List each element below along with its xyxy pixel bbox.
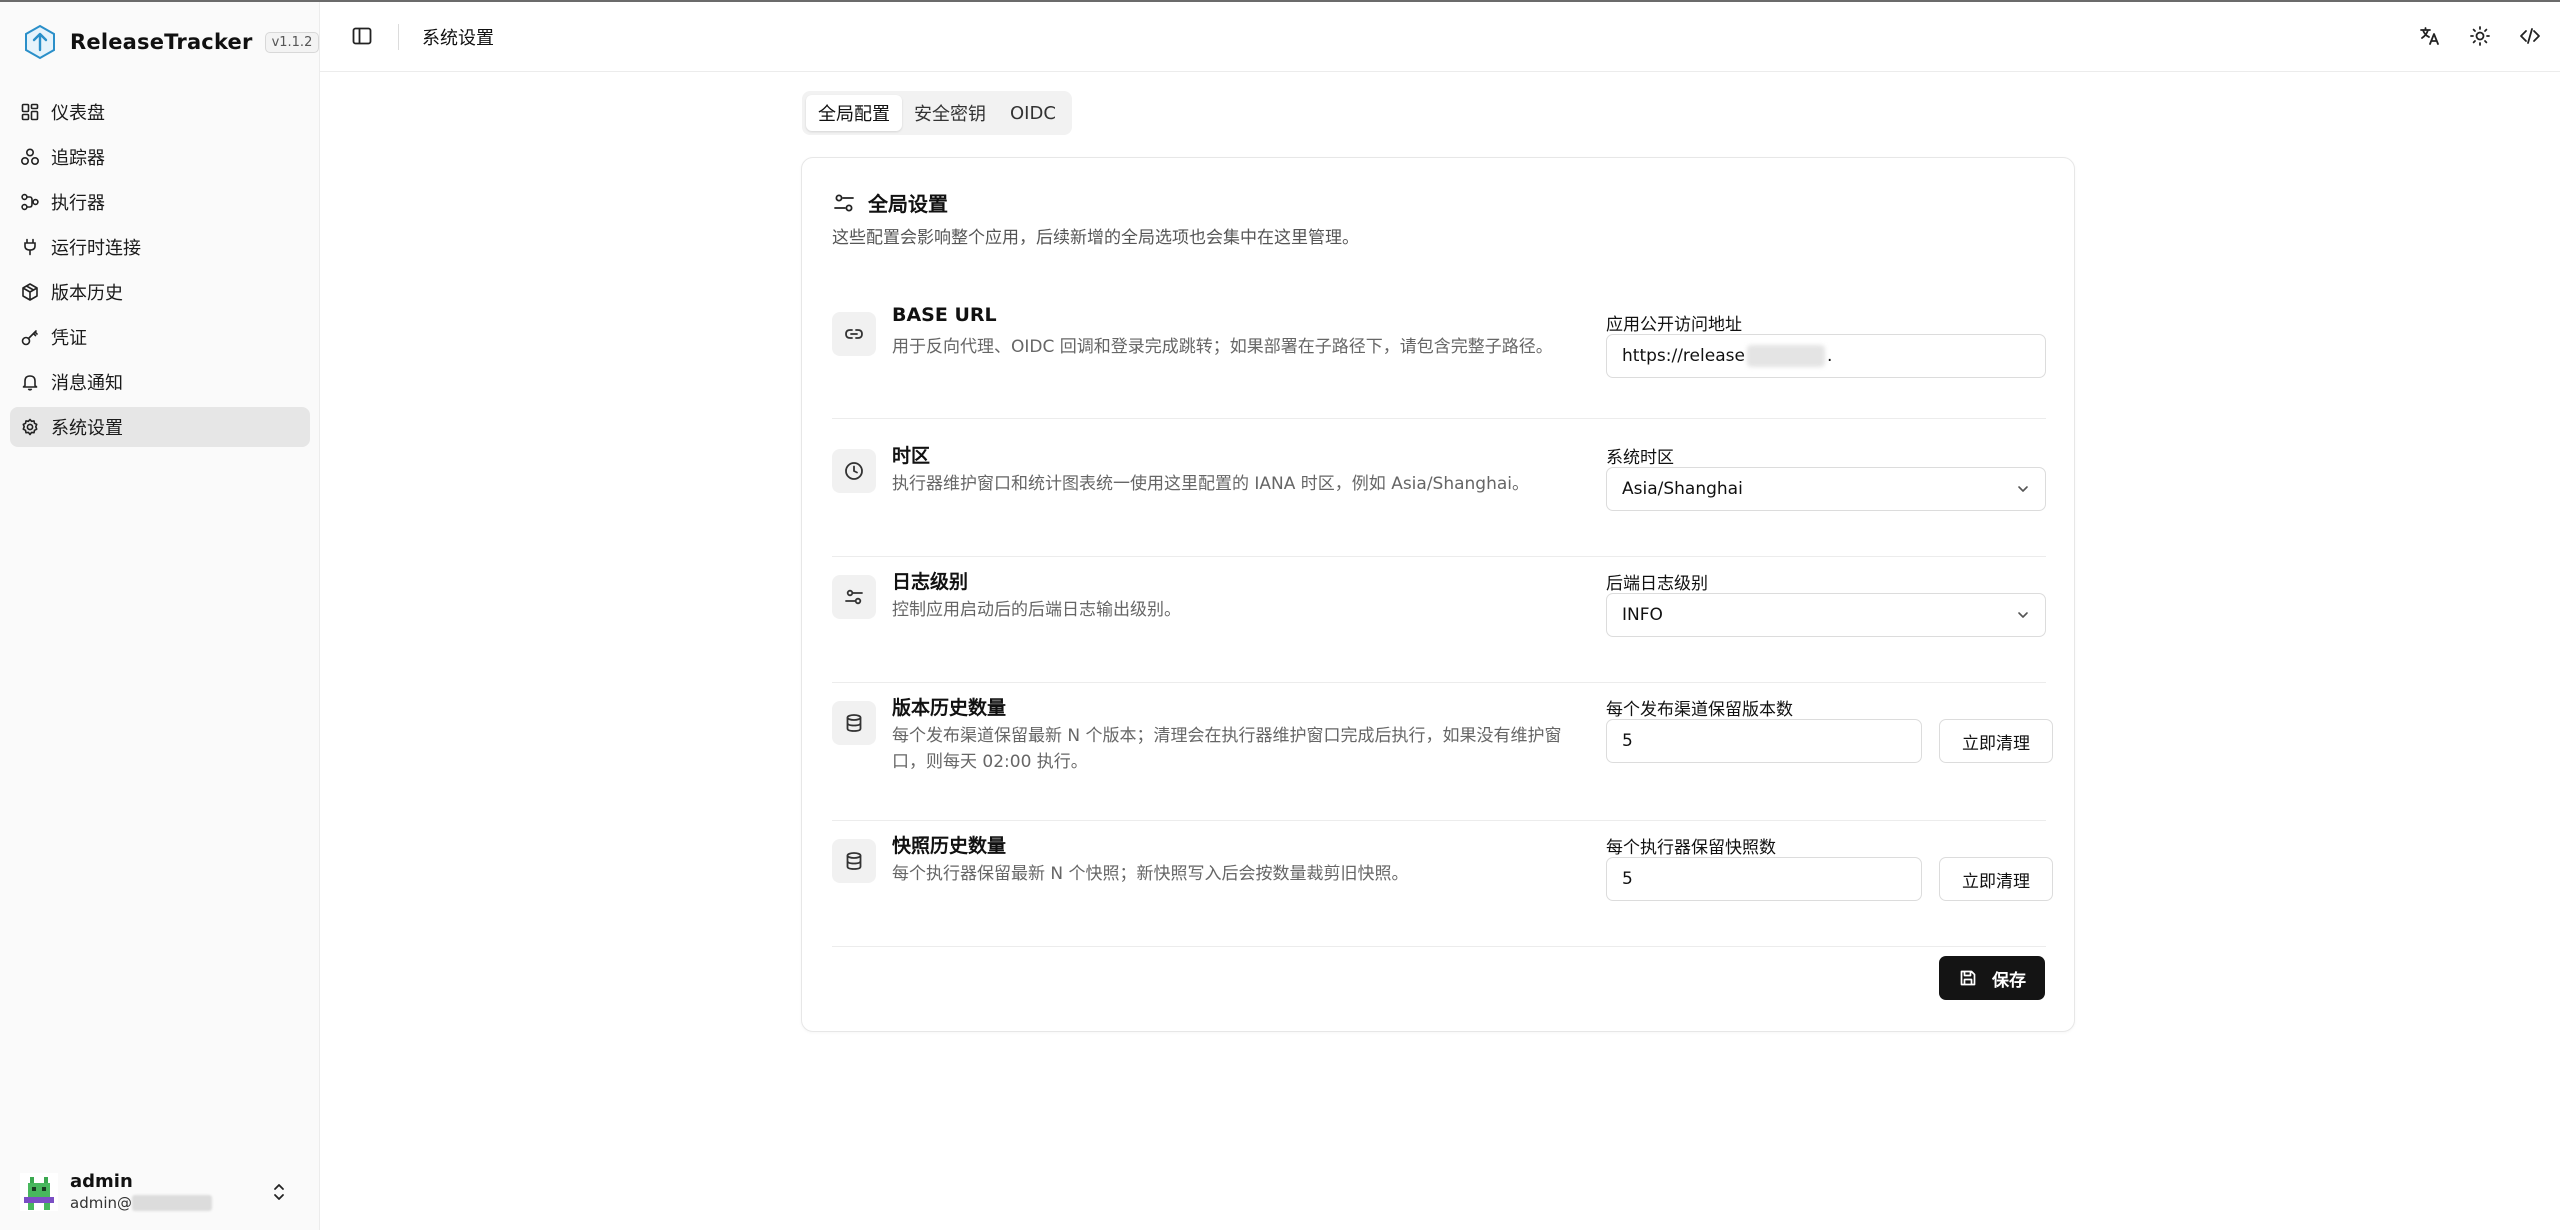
settings-sliders-icon [845,589,863,605]
base-url-input[interactable]: https://release. [1606,334,2046,378]
dashboard-icon [21,103,39,121]
language-icon[interactable] [2418,24,2442,48]
sidebar-nav: 仪表盘 追踪器 执行器 运行时连接 版本历史 凭证 消息通知 系统设置 [10,92,310,452]
app-logo-icon [25,24,55,60]
plug-icon [24,238,36,256]
setting-title: 日志级别 [892,571,969,593]
field-label: 每个发布渠道保留版本数 [1606,700,1793,720]
field-label: 每个执行器保留快照数 [1606,838,1776,858]
setting-title: 版本历史数量 [892,697,1007,719]
setting-description: 每个执行器保留最新 N 个快照；新快照写入后会按数量裁剪旧快照。 [892,864,1409,884]
save-button[interactable]: 保存 [1939,956,2045,1000]
header-actions [2418,24,2542,48]
clean-snapshots-button[interactable]: 立即清理 [1939,857,2053,901]
setting-icon-box [832,839,876,883]
sidebar-item-runtime-connections[interactable]: 运行时连接 [10,227,310,267]
setting-row-log-level: 日志级别 控制应用启动后的后端日志输出级别。 后端日志级别 INFO [832,569,2046,683]
setting-title: BASE URL [892,304,997,326]
setting-row-timezone: 时区 执行器维护窗口和统计图表统一使用这里配置的 IANA 时区，例如 Asia… [832,443,2046,557]
sidebar-item-dashboard[interactable]: 仪表盘 [10,92,310,132]
brand[interactable]: ReleaseTracker v1.1.2 [22,20,320,64]
user-name: admin [70,1171,133,1192]
app-name: ReleaseTracker [70,30,253,54]
code-icon[interactable] [2518,24,2542,48]
chevron-up-down-icon [274,1184,284,1200]
sidebar-item-label: 追踪器 [51,148,105,169]
gear-icon [22,418,38,436]
setting-description: 执行器维护窗口和统计图表统一使用这里配置的 IANA 时区，例如 Asia/Sh… [892,474,1530,494]
setting-description: 用于反向代理、OIDC 回调和登录完成跳转；如果部署在子路径下，请包含完整子路径… [892,337,1553,357]
breadcrumb: 系统设置 [422,28,494,49]
database-icon [846,714,862,732]
setting-description: 每个发布渠道保留最新 N 个版本；清理会在执行器维护窗口完成后执行，如果没有维护… [892,726,1562,772]
redacted-email [132,1195,212,1211]
setting-icon-box [832,701,876,745]
redacted-url [1746,345,1825,367]
sidebar-item-label: 执行器 [51,193,105,214]
database-icon [846,852,862,870]
save-icon [1960,970,1976,986]
sidebar-item-label: 版本历史 [51,283,123,304]
chevron-down-icon [2018,486,2028,492]
sidebar-item-system-settings[interactable]: 系统设置 [10,407,310,447]
setting-row-base-url: BASE URL 用于反向代理、OIDC 回调和登录完成跳转；如果部署在子路径下… [832,304,2046,419]
setting-icon-box [832,312,876,356]
setting-description: 控制应用启动后的后端日志输出级别。 [892,600,1181,620]
field-label: 后端日志级别 [1606,574,1708,594]
card-description: 这些配置会影响整个应用，后续新增的全局选项也会集中在这里管理。 [832,228,1359,248]
user-email: admin@ [70,1193,212,1213]
setting-row-snapshot-history: 快照历史数量 每个执行器保留最新 N 个快照；新快照写入后会按数量裁剪旧快照。 … [832,833,2053,947]
field-label: 系统时区 [1606,448,1674,468]
sidebar-item-label: 消息通知 [51,373,123,394]
setting-title: 时区 [892,445,931,467]
timezone-select[interactable]: Asia/Shanghai [1606,467,2046,511]
sidebar-item-label: 凭证 [51,328,87,349]
package-icon [22,283,38,301]
executor-icon [21,193,39,211]
tab-global-config[interactable]: 全局配置 [806,95,902,131]
sidebar: ReleaseTracker v1.1.2 仪表盘 追踪器 执行器 运行时连接 … [0,2,320,1230]
global-settings-card: 全局设置 这些配置会影响整个应用，后续新增的全局选项也会集中在这里管理。 BAS… [801,157,2075,1032]
settings-tabs: 全局配置 安全密钥 OIDC [802,91,1072,135]
setting-title: 快照历史数量 [892,835,1007,857]
sidebar-item-notifications[interactable]: 消息通知 [10,362,310,402]
version-count-input[interactable]: 5 [1606,719,1922,763]
snapshot-count-input[interactable]: 5 [1606,857,1922,901]
log-level-select[interactable]: INFO [1606,593,2046,637]
link-icon [845,329,863,339]
tracker-icon [20,148,40,166]
sidebar-item-label: 运行时连接 [51,238,141,259]
setting-row-version-history: 版本历史数量 每个发布渠道保留最新 N 个版本；清理会在执行器维护窗口完成后执行… [832,695,2053,821]
sidebar-item-label: 仪表盘 [51,103,105,124]
version-badge: v1.1.2 [264,31,320,53]
top-header: 系统设置 [320,2,2560,72]
sidebar-item-trackers[interactable]: 追踪器 [10,137,310,177]
setting-icon-box [832,575,876,619]
chevron-down-icon [2018,612,2028,618]
sidebar-item-version-history[interactable]: 版本历史 [10,272,310,312]
sidebar-item-label: 系统设置 [51,418,123,439]
clock-icon [845,462,863,480]
user-menu[interactable]: admin admin@ [20,1166,300,1218]
avatar [20,1173,58,1211]
card-title: 全局设置 [868,192,948,216]
header-divider [398,24,399,50]
setting-icon-box [832,449,876,493]
clean-versions-button[interactable]: 立即清理 [1939,719,2053,763]
tab-oidc[interactable]: OIDC [998,95,1068,131]
sidebar-toggle-icon[interactable] [350,24,374,48]
theme-sun-icon[interactable] [2468,24,2492,48]
key-icon [21,330,38,346]
settings-sliders-icon [834,194,854,211]
sidebar-item-credentials[interactable]: 凭证 [10,317,310,357]
sidebar-item-executors[interactable]: 执行器 [10,182,310,222]
bell-icon [22,375,38,391]
field-label: 应用公开访问地址 [1606,315,1742,335]
tab-security-keys[interactable]: 安全密钥 [902,95,998,131]
